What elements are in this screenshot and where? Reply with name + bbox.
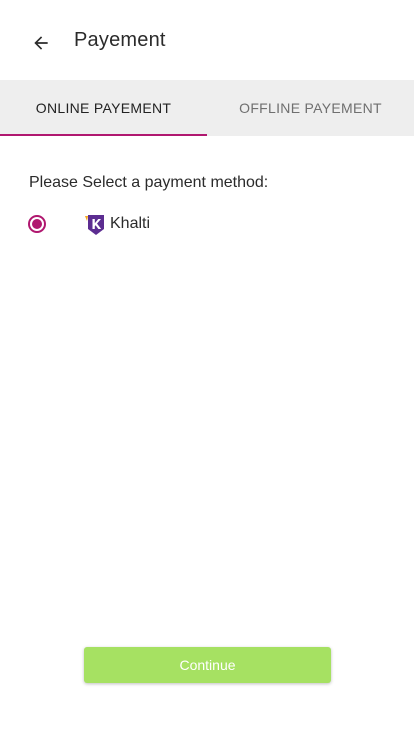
- page-title: Payement: [74, 29, 166, 51]
- continue-button[interactable]: Continue: [84, 647, 331, 683]
- khalti-logo-icon: [82, 211, 108, 237]
- payment-method-prompt: Please Select a payment method:: [29, 174, 269, 191]
- radio-button[interactable]: [28, 215, 46, 233]
- radio-selected-dot: [32, 219, 42, 229]
- tab-online-payement[interactable]: ONLINE PAYEMENT: [0, 80, 207, 136]
- arrow-left-icon: [34, 36, 48, 50]
- payment-method-option-khalti[interactable]: Khalti: [28, 210, 150, 238]
- app-header: Payement: [0, 0, 414, 80]
- payment-tabs: ONLINE PAYEMENT OFFLINE PAYEMENT: [0, 80, 414, 136]
- back-button[interactable]: [26, 28, 56, 58]
- tab-offline-payement[interactable]: OFFLINE PAYEMENT: [207, 80, 414, 136]
- payment-method-label: Khalti: [110, 215, 151, 232]
- payment-screen: Payement ONLINE PAYEMENT OFFLINE PAYEMEN…: [0, 0, 414, 735]
